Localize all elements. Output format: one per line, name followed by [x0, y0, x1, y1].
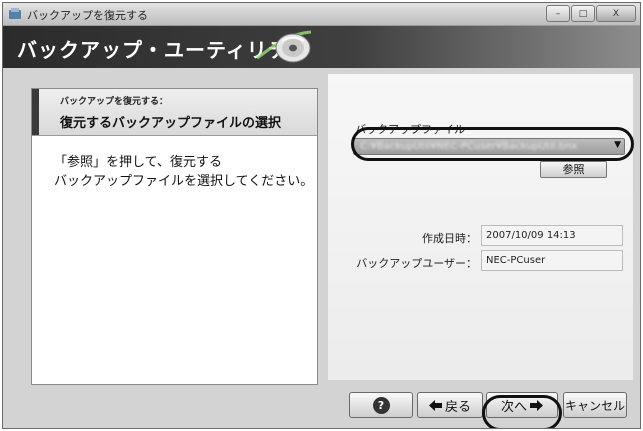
app-icon	[9, 8, 21, 19]
back-button[interactable]: 戻る	[417, 392, 483, 418]
description-line-2: バックアップファイルを選択してください。	[54, 174, 314, 189]
content-area: バックアップを復元する： 復元するバックアップファイルの選択 「参照」を押して、…	[3, 68, 640, 428]
step-header: バックアップを復元する： 復元するバックアップファイルの選択	[32, 89, 317, 136]
cancel-button[interactable]: キャンセル	[563, 392, 627, 418]
title-bar[interactable]: バックアップを復元する – □ X	[3, 3, 640, 26]
highlight-circle-next	[482, 395, 562, 428]
description-line-1: 「参照」を押して、復元する	[54, 155, 222, 170]
window-title: バックアップを復元する	[27, 9, 148, 22]
window-controls: – □ X	[545, 5, 636, 22]
backup-user-label: バックアップユーザー：	[356, 257, 477, 270]
browse-button[interactable]: 参照	[540, 161, 607, 178]
help-icon: ?	[372, 396, 390, 414]
form-panel: バックアップファイル C:¥BackupUtil¥NEC-PCuser¥Back…	[328, 74, 634, 380]
step-subtitle: バックアップを復元する：	[60, 97, 169, 107]
cd-disc-icon	[256, 30, 312, 63]
close-button[interactable]: X	[596, 5, 636, 22]
maximize-button[interactable]: □	[571, 5, 595, 22]
help-button[interactable]: ?	[349, 392, 413, 418]
created-date-label: 作成日時：	[422, 232, 477, 245]
footer-buttons: ? 戻る 次へ キャンセル	[3, 385, 640, 428]
restore-backup-window: バックアップを復元する – □ X バックアップ・ユーティリティ バックアップを…	[2, 2, 641, 429]
highlight-circle-file	[351, 127, 634, 161]
step-description: 「参照」を押して、復元する バックアップファイルを選択してください。	[54, 153, 313, 191]
step-title: 復元するバックアップファイルの選択	[60, 116, 282, 131]
created-date-field: 2007/10/09 14:13	[481, 225, 623, 246]
step-marker	[32, 89, 39, 135]
back-label: 戻る	[444, 399, 471, 415]
arrow-left-icon	[428, 399, 442, 411]
minimize-button[interactable]: –	[546, 5, 570, 22]
backup-user-field: NEC-PCuser	[481, 250, 623, 271]
step-info-panel: バックアップを復元する： 復元するバックアップファイルの選択 「参照」を押して、…	[31, 88, 318, 385]
header-banner: バックアップ・ユーティリティ	[3, 26, 640, 68]
